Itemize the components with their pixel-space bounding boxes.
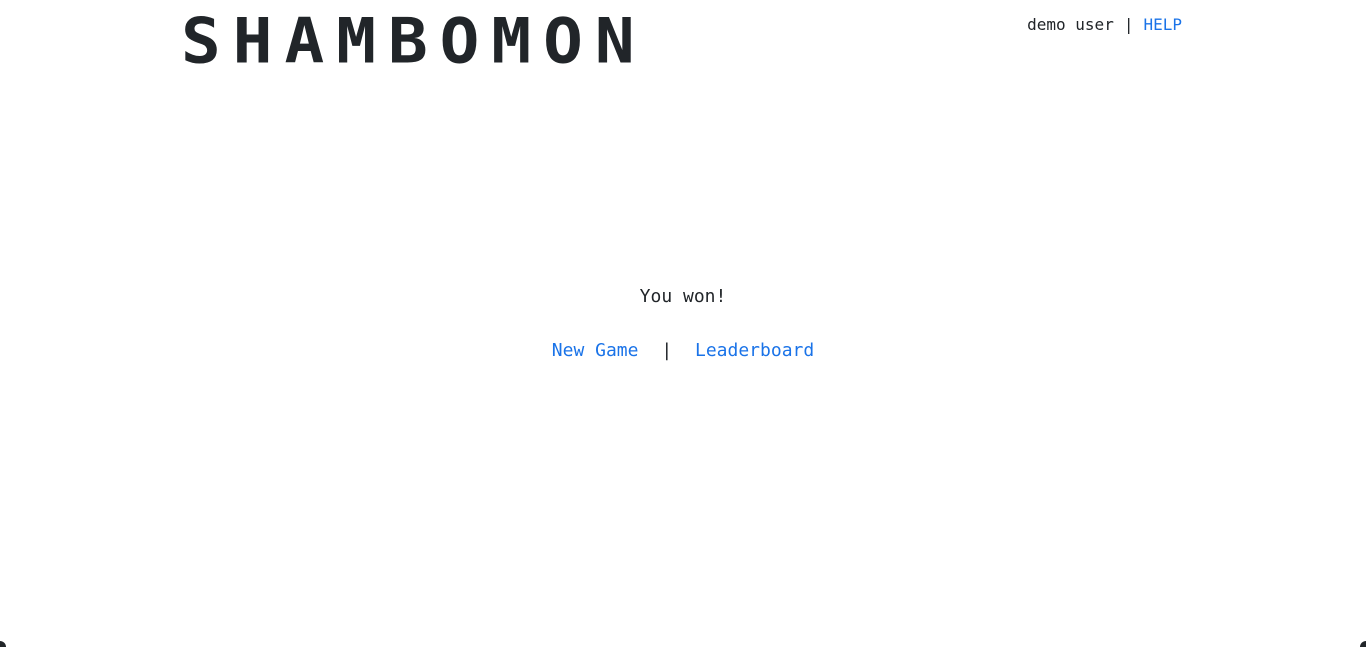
logo-text: SHAMBOMON <box>181 4 647 78</box>
new-game-link[interactable]: New Game <box>552 340 639 361</box>
leaderboard-link[interactable]: Leaderboard <box>695 340 814 361</box>
user-nav: demo user | HELP <box>1027 14 1182 36</box>
actions-separator: | <box>661 340 673 361</box>
site-logo: SHAMBOMON <box>181 4 647 78</box>
window-corner-right <box>1360 641 1366 647</box>
user-name: demo user <box>1027 15 1114 34</box>
result-actions: New Game | Leaderboard <box>0 339 1366 363</box>
result-message: You won! <box>639 286 727 307</box>
nav-separator: | <box>1123 15 1134 34</box>
window-corner-left <box>0 641 6 647</box>
help-link[interactable]: HELP <box>1143 14 1182 36</box>
